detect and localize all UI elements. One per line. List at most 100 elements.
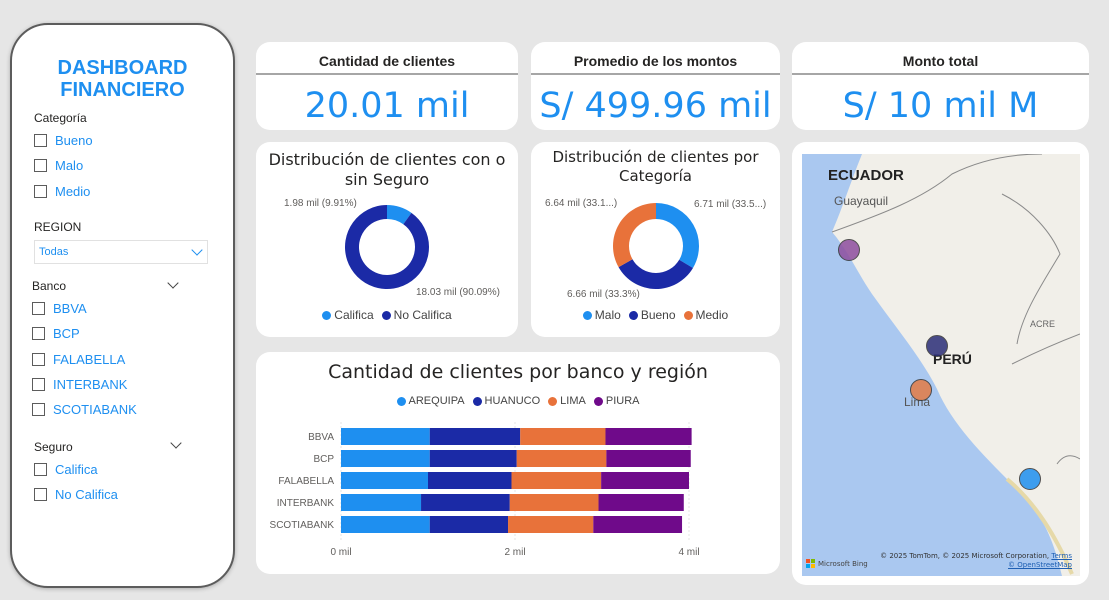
seguro-option-califica[interactable]: Califica [34,462,98,477]
checkbox-icon[interactable] [34,488,47,501]
bar-segment-huanuco-bbva[interactable] [429,428,521,445]
seguro-collapse-chevron-icon[interactable] [170,437,182,449]
categoria-donut-card: Distribución de clientes por Categoría 6… [531,142,780,337]
bar-segment-arequipa-bcp[interactable] [341,450,430,467]
map-bubble-huanuco[interactable] [926,335,948,357]
option-label: Bueno [55,133,93,148]
region-selected-value: Todas [39,246,69,258]
checkbox-icon[interactable] [32,403,45,416]
map-bubble-piura[interactable] [838,239,860,261]
checkbox-icon[interactable] [32,353,45,366]
banco-option-falabella[interactable]: FALABELLA [32,352,125,367]
bing-logo: Microsoft Bing [806,559,868,568]
option-label: Califica [55,462,98,477]
categoria-option-medio[interactable]: Medio [34,184,90,199]
banco-collapse-chevron-icon[interactable] [167,277,179,289]
legend-dot-icon [381,310,391,320]
bar-segment-huanuco-interbank[interactable] [421,494,510,511]
bar-segment-lima-bcp[interactable] [516,450,607,467]
bar-segment-arequipa-interbank[interactable] [341,494,422,511]
region-dropdown[interactable]: Todas [34,240,208,264]
map-canvas[interactable]: ECUADOR Guayaquil PERÚ Lima ACRE [802,154,1080,576]
terms-link[interactable]: Terms [1051,552,1072,560]
bar-segment-piura-bcp[interactable] [606,450,691,467]
banco-option-bcp[interactable]: BCP [32,326,80,341]
donut-slice-malo[interactable] [656,203,699,268]
bing-label: Microsoft Bing [818,559,868,568]
legend-label: Califica [334,308,374,322]
kpi-title: Promedio de los montos [531,42,780,75]
data-label-malo: 6.71 mil (33.5...) [694,199,767,210]
legend-label: Malo [594,308,621,322]
legend-item-bueno[interactable]: Bueno [628,308,676,322]
option-label: INTERBANK [53,377,128,392]
bar-segment-lima-falabella[interactable] [511,472,602,489]
checkbox-icon[interactable] [34,185,47,198]
donut-slice-bueno[interactable] [618,259,693,289]
map-label-acre: ACRE [1030,319,1055,329]
donut-slice-medio[interactable] [613,203,656,268]
kpi-value: S/ 10 mil M [842,86,1039,126]
legend-label: Medio [695,308,729,322]
bar-segment-piura-scotiabank[interactable] [593,516,683,533]
checkbox-icon[interactable] [32,378,45,391]
categoria-option-bueno[interactable]: Bueno [34,133,93,148]
bar-segment-arequipa-falabella[interactable] [341,472,428,489]
bar-segment-huanuco-bcp[interactable] [429,450,517,467]
banco-option-bbva[interactable]: BBVA [32,301,87,316]
microsoft-logo-icon [806,559,815,568]
osm-link[interactable]: © OpenStreetMap [880,561,1072,570]
checkbox-icon[interactable] [32,327,45,340]
checkbox-icon[interactable] [34,134,47,147]
banco-region-bar-card: Cantidad de clientes por banco y región … [256,352,780,574]
kpi-value: 20.01 mil [304,86,470,126]
y-category-label: SCOTIABANK [270,520,335,531]
banco-slicer-title: Banco [32,279,67,293]
bar-segment-huanuco-falabella[interactable] [428,472,512,489]
y-category-label: BCP [313,454,334,465]
bar-segment-piura-falabella[interactable] [601,472,689,489]
seguro-slicer-title: Seguro [34,440,73,454]
y-category-label: BBVA [308,432,334,443]
legend-item-malo[interactable]: Malo [582,308,621,322]
legend-dot-icon [628,310,638,320]
data-label-no-califica: 18.03 mil (90.09%) [416,287,500,298]
filter-sidebar: DASHBOARD FINANCIERO Categoría Bueno Mal… [10,23,235,588]
kpi-title: Cantidad de clientes [256,42,518,75]
donut-slice-no-califica[interactable] [345,205,429,289]
map-bubble-lima[interactable] [910,379,932,401]
seguro-option-no-califica[interactable]: No Califica [34,487,118,502]
chevron-down-icon [191,244,203,256]
bar-segment-lima-interbank[interactable] [509,494,599,511]
checkbox-icon[interactable] [32,302,45,315]
bar-segment-piura-interbank[interactable] [598,494,684,511]
data-label-bueno: 6.66 mil (33.3%) [567,289,640,300]
bar-segment-piura-bbva[interactable] [605,428,692,445]
bar-segment-arequipa-bbva[interactable] [341,428,430,445]
option-label: No Califica [55,487,118,502]
checkbox-icon[interactable] [34,463,47,476]
checkbox-icon[interactable] [34,159,47,172]
categoria-option-malo[interactable]: Malo [34,158,83,173]
bar-segment-lima-bbva[interactable] [520,428,606,445]
banco-option-interbank[interactable]: INTERBANK [32,377,127,392]
legend-item-no-califica[interactable]: No Califica [381,308,452,322]
map-view[interactable]: ECUADOR Guayaquil PERÚ Lima ACRE Microso… [802,154,1080,576]
map-label-ecuador: ECUADOR [828,167,904,184]
map-bubble-arequipa[interactable] [1019,468,1041,490]
legend-item-califica[interactable]: Califica [322,308,374,322]
legend-label: Bueno [640,308,676,322]
bar-segment-lima-scotiabank[interactable] [508,516,594,533]
chart-legend: Malo Bueno Medio [531,308,780,322]
dashboard-title-line1: DASHBOARD [57,57,188,79]
option-label: SCOTIABANK [53,402,137,417]
x-tick-label: 0 mil [330,547,351,558]
stacked-bar-chart[interactable]: 0 mil 2 mil 4 mil BBVA BCP FALABELLA INTERBANK… [256,352,780,574]
dashboard-title: DASHBOARD FINANCIERO [12,57,233,101]
legend-item-medio[interactable]: Medio [683,308,729,322]
banco-option-scotiabank[interactable]: SCOTIABANK [32,402,137,417]
chart-legend: Califica No Califica [256,308,518,322]
bar-segment-huanuco-scotiabank[interactable] [429,516,509,533]
y-category-label: INTERBANK [277,498,335,509]
bar-segment-arequipa-scotiabank[interactable] [341,516,430,533]
